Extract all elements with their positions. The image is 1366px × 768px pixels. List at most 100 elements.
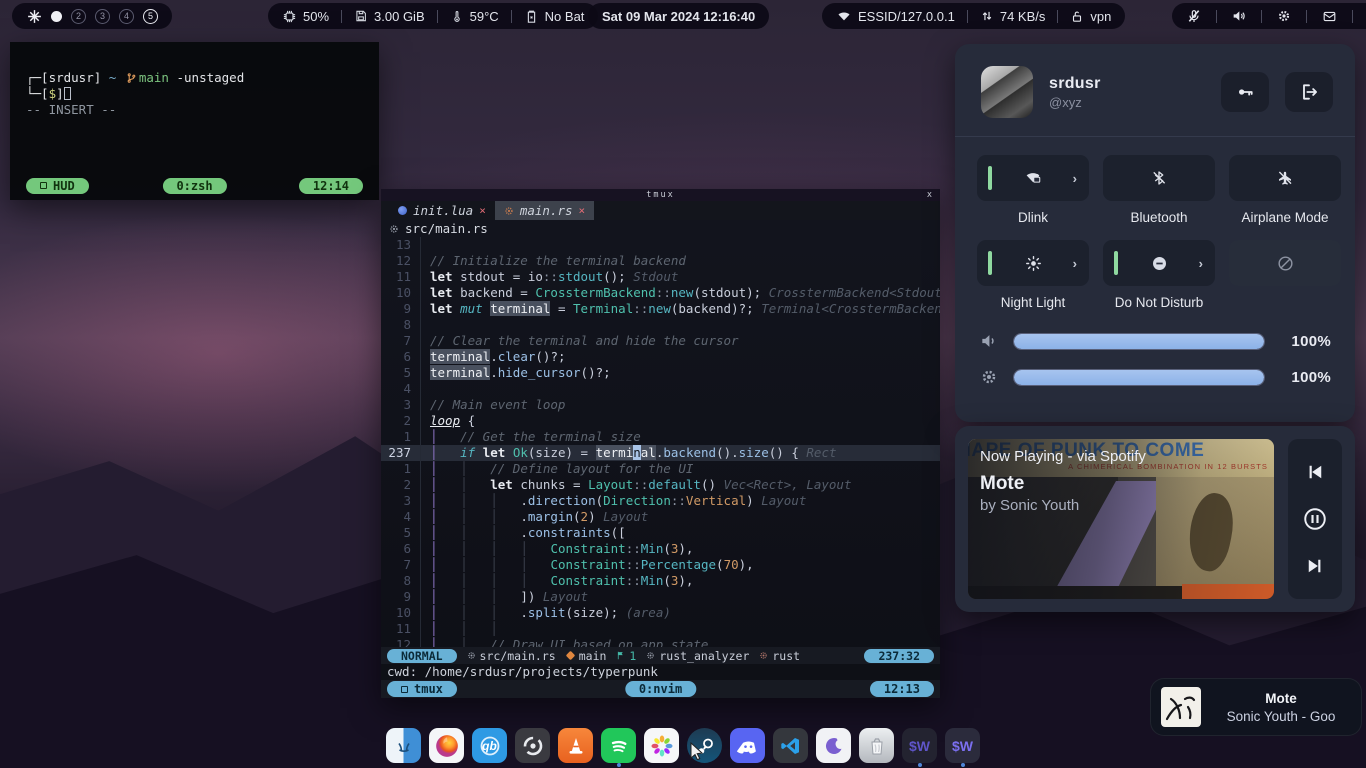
- toggle-dlink[interactable]: ›: [977, 155, 1089, 201]
- vscode-icon: [779, 734, 803, 758]
- tmux-session-pill[interactable]: tmux: [387, 681, 457, 697]
- wifi-stat[interactable]: ESSID/127.0.0.1: [836, 9, 955, 24]
- tmux-session-pill[interactable]: HUD: [26, 178, 89, 194]
- microphone-muted-icon[interactable]: [1186, 8, 1202, 24]
- statusline-filetype: rust: [759, 649, 800, 663]
- volume-value: 100%: [1279, 333, 1331, 350]
- workspace-3[interactable]: 3: [95, 9, 110, 24]
- dock-app-photos[interactable]: [644, 728, 679, 763]
- toggle-label: Do Not Disturb: [1115, 295, 1204, 311]
- dock-app-firefox[interactable]: [429, 728, 464, 763]
- brightness-value: 100%: [1279, 369, 1331, 386]
- code-line: 7│ │ │ │ Constraint::Percentage(70),: [381, 557, 940, 573]
- toggle-night-light[interactable]: ›: [977, 240, 1089, 286]
- toggle-label: Dlink: [1018, 210, 1048, 226]
- dock-app-sw-app-1[interactable]: $W: [902, 728, 937, 763]
- square-icon: [40, 182, 47, 189]
- editor-window[interactable]: tmux x init.lua × main.rs × src/main.rs …: [381, 189, 940, 698]
- workspace-4[interactable]: 4: [119, 9, 134, 24]
- statusline-file: src/main.rs: [467, 649, 556, 663]
- toggle-airplane-mode[interactable]: [1229, 155, 1341, 201]
- toggle-do-not-disturb[interactable]: ›: [1103, 240, 1215, 286]
- code-area[interactable]: 1312// Initialize the terminal backend11…: [381, 237, 940, 647]
- statusline-lsp: rust_analyzer: [646, 649, 749, 663]
- previous-track-button[interactable]: [1301, 458, 1329, 486]
- code-line: 12│ │ // Draw UI based on app state: [381, 637, 940, 647]
- sun-icon: [1024, 254, 1043, 273]
- zen-browser-icon: [822, 734, 846, 758]
- media-controls: [1288, 439, 1342, 599]
- running-indicator-dot: [617, 763, 621, 767]
- git-branch-icon: [126, 72, 137, 84]
- code-line: 2loop {: [381, 413, 940, 429]
- tmux-window-pill[interactable]: 0:zsh: [162, 178, 226, 194]
- dock-app-file-manager[interactable]: [386, 728, 421, 763]
- network-pill: ESSID/127.0.0.1 74 KB/s vpn: [822, 3, 1125, 29]
- toggle-bluetooth[interactable]: [1103, 155, 1215, 201]
- volume-icon[interactable]: [1231, 8, 1247, 24]
- window-close-button[interactable]: x: [927, 190, 932, 200]
- distro-flower-icon[interactable]: [26, 8, 43, 25]
- pause-button[interactable]: [1301, 505, 1329, 533]
- dock-app-vscode[interactable]: [773, 728, 808, 763]
- active-indicator: [988, 166, 992, 190]
- dock-app-spotify[interactable]: [601, 728, 636, 763]
- thermometer-icon: [450, 9, 464, 24]
- battery-stat: No Bat: [524, 9, 585, 24]
- prompt-line-1: ┌─[srdusr] ~ main -unstaged: [26, 70, 365, 86]
- workspace-1[interactable]: [51, 11, 62, 22]
- dock-app-zen-browser[interactable]: [816, 728, 851, 763]
- app-glyph-label: qb: [472, 728, 507, 763]
- lua-file-icon: [398, 206, 407, 215]
- tmux-window-pill[interactable]: 0:nvim: [625, 681, 696, 697]
- brightness-slider[interactable]: [1013, 369, 1265, 386]
- chevron-right-icon: ›: [1073, 171, 1077, 186]
- album-art: SHAPE OF PUNK TO COMEA CHIMERICAL BOMBIN…: [968, 439, 1274, 599]
- tab-close-icon[interactable]: ×: [479, 204, 486, 217]
- terminal-window[interactable]: ┌─[srdusr] ~ main -unstaged └─[$] -- INS…: [10, 42, 379, 200]
- workspace-2[interactable]: 2: [71, 9, 86, 24]
- settings-gear-icon[interactable]: [1276, 8, 1292, 24]
- workspace-5[interactable]: 5: [143, 9, 158, 24]
- spotify-icon: [606, 733, 632, 759]
- code-line: 8: [381, 317, 940, 333]
- dock-app-discord[interactable]: [730, 728, 765, 763]
- code-line: 10│ │ │ .split(size); (area): [381, 605, 940, 621]
- workspace-indicator[interactable]: 2345: [51, 9, 158, 24]
- mode-pill: NORMAL: [387, 649, 457, 663]
- code-line: 4│ │ │ .margin(2) Layout: [381, 509, 940, 525]
- toggle-blocked[interactable]: [1229, 240, 1341, 286]
- notification-popup[interactable]: Mote Sonic Youth - Goo: [1150, 678, 1362, 736]
- obs-icon: [521, 734, 545, 758]
- toggle-label: Bluetooth: [1130, 210, 1187, 226]
- next-track-button[interactable]: [1301, 552, 1329, 580]
- code-line: 3// Main event loop: [381, 397, 940, 413]
- window-titlebar[interactable]: tmux x: [381, 189, 940, 201]
- logout-button[interactable]: [1285, 72, 1333, 112]
- square-icon: [401, 686, 408, 693]
- dock-app-trash[interactable]: [859, 728, 894, 763]
- discord-icon: [735, 733, 761, 759]
- notification-album-art: [1161, 687, 1201, 727]
- code-line: 12// Initialize the terminal backend: [381, 253, 940, 269]
- volume-slider[interactable]: [1013, 333, 1265, 350]
- vi-mode-indicator: -- INSERT --: [26, 102, 365, 118]
- dock-app-vlc[interactable]: [558, 728, 593, 763]
- tab-main-rs[interactable]: main.rs ×: [495, 201, 594, 220]
- rust-file-icon: [504, 206, 514, 216]
- avatar: [981, 66, 1033, 118]
- password-key-button[interactable]: [1221, 72, 1269, 112]
- dock-app-sw-app-2[interactable]: $W: [945, 728, 980, 763]
- tab-init-lua[interactable]: init.lua ×: [389, 201, 495, 220]
- tab-close-icon[interactable]: ×: [579, 204, 586, 217]
- mail-icon[interactable]: [1321, 9, 1338, 24]
- dock-app-obs[interactable]: [515, 728, 550, 763]
- dock-app-qbittorrent[interactable]: qb: [472, 728, 507, 763]
- running-indicator-dot: [918, 763, 922, 767]
- control-center: srdusr @xyz ›DlinkBluetoothAirplane Mode…: [955, 44, 1355, 422]
- wifi-lock-icon: [1022, 169, 1044, 187]
- memory-icon: [354, 9, 368, 23]
- clock[interactable]: Sat 09 Mar 2024 12:16:40: [588, 3, 769, 29]
- code-line: 5terminal.hide_cursor()?;: [381, 365, 940, 381]
- vpn-stat[interactable]: vpn: [1070, 9, 1111, 24]
